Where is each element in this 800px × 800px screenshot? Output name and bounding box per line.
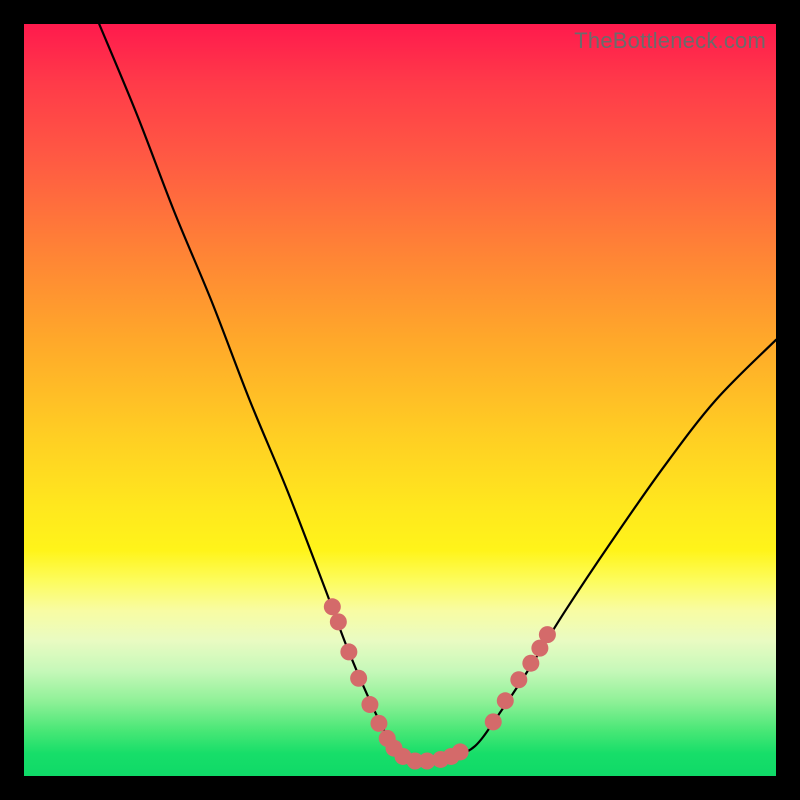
chart-frame: TheBottleneck.com	[24, 24, 776, 776]
data-marker	[350, 670, 367, 687]
data-marker	[370, 715, 387, 732]
data-marker	[324, 598, 341, 615]
data-marker	[522, 655, 539, 672]
chart-plot	[24, 24, 776, 776]
marker-group	[324, 598, 556, 769]
data-marker	[340, 643, 357, 660]
data-marker	[361, 696, 378, 713]
data-marker	[330, 613, 347, 630]
data-marker	[485, 713, 502, 730]
data-marker	[497, 692, 514, 709]
data-marker	[539, 626, 556, 643]
data-marker	[510, 671, 527, 688]
data-marker	[452, 743, 469, 760]
bottleneck-curve	[99, 24, 776, 761]
